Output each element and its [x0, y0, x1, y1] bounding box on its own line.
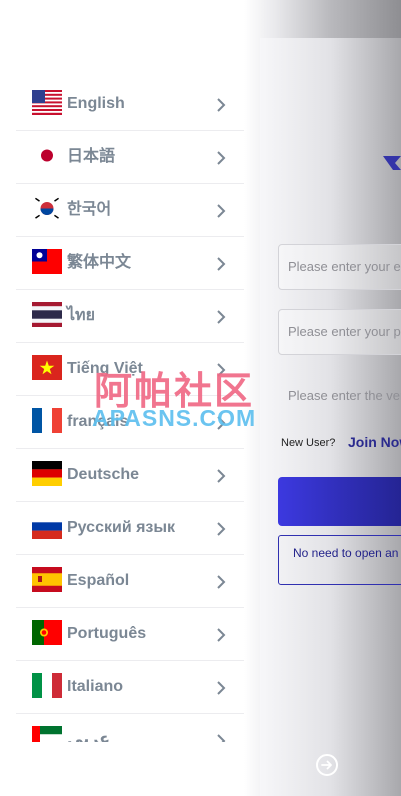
chevron-right-icon	[217, 469, 226, 483]
chevron-right-icon	[217, 257, 226, 271]
language-label: عربي	[67, 731, 111, 742]
no-account-notice[interactable]: No need to open an account	[278, 535, 401, 585]
france-flag-icon	[32, 408, 62, 433]
portugal-flag-icon	[32, 620, 62, 645]
language-label: Español	[67, 572, 130, 589]
language-item-spanish[interactable]: Español	[16, 555, 244, 608]
spain-flag-icon	[32, 567, 62, 592]
join-now-link[interactable]: Join Now	[348, 434, 401, 450]
italy-flag-icon	[32, 673, 62, 698]
germany-flag-icon	[32, 461, 62, 486]
language-label: Русский язык	[67, 519, 176, 536]
language-item-portuguese[interactable]: Português	[16, 608, 244, 661]
chevron-right-icon	[217, 98, 226, 112]
chevron-right-icon	[217, 681, 226, 695]
new-user-label: New User?	[281, 437, 336, 449]
watermark-domain: APASNS.COM	[92, 405, 257, 431]
language-item-traditional-chinese[interactable]: 繁体中文	[16, 237, 244, 290]
japan-flag-icon	[32, 143, 62, 168]
chevron-right-icon	[217, 734, 226, 742]
arrow-right-circle-icon[interactable]	[316, 754, 338, 776]
verification-code-field[interactable]: Please enter the verification code	[278, 373, 401, 419]
chevron-right-icon	[217, 522, 226, 536]
chevron-right-icon	[217, 575, 226, 589]
language-item-english[interactable]: English	[16, 78, 244, 131]
language-item-thai[interactable]: ไทย	[16, 290, 244, 343]
language-label: Italiano	[67, 678, 124, 695]
language-item-japanese[interactable]: 日本語	[16, 131, 244, 184]
logo-icon	[383, 156, 401, 170]
password-field[interactable]: Please enter your password	[278, 309, 401, 355]
language-item-italian[interactable]: Italiano	[16, 661, 244, 714]
language-label: English	[67, 95, 125, 112]
chevron-right-icon	[217, 204, 226, 218]
language-item-russian[interactable]: Русский язык	[16, 502, 244, 555]
login-button[interactable]	[278, 477, 401, 526]
chevron-right-icon	[217, 310, 226, 324]
email-field[interactable]: Please enter your email	[278, 244, 401, 290]
taiwan-flag-icon	[32, 249, 62, 274]
language-label: Deutsche	[67, 466, 140, 483]
language-item-korean[interactable]: 한국어	[16, 184, 244, 237]
chevron-right-icon	[217, 151, 226, 165]
language-label: 日本語	[67, 148, 116, 165]
uae-flag-icon	[32, 726, 62, 742]
russia-flag-icon	[32, 514, 62, 539]
language-item-arabic[interactable]: عربي	[16, 714, 244, 742]
language-label: 한국어	[67, 201, 112, 218]
chevron-right-icon	[217, 628, 226, 642]
language-label: Português	[67, 625, 147, 642]
thailand-flag-icon	[32, 302, 62, 327]
vietnam-flag-icon	[32, 355, 62, 380]
language-item-german[interactable]: Deutsche	[16, 449, 244, 502]
language-label: 繁体中文	[67, 254, 132, 271]
language-label: ไทย	[67, 307, 95, 324]
korea-flag-icon	[32, 196, 62, 221]
us-flag-icon	[32, 90, 62, 115]
